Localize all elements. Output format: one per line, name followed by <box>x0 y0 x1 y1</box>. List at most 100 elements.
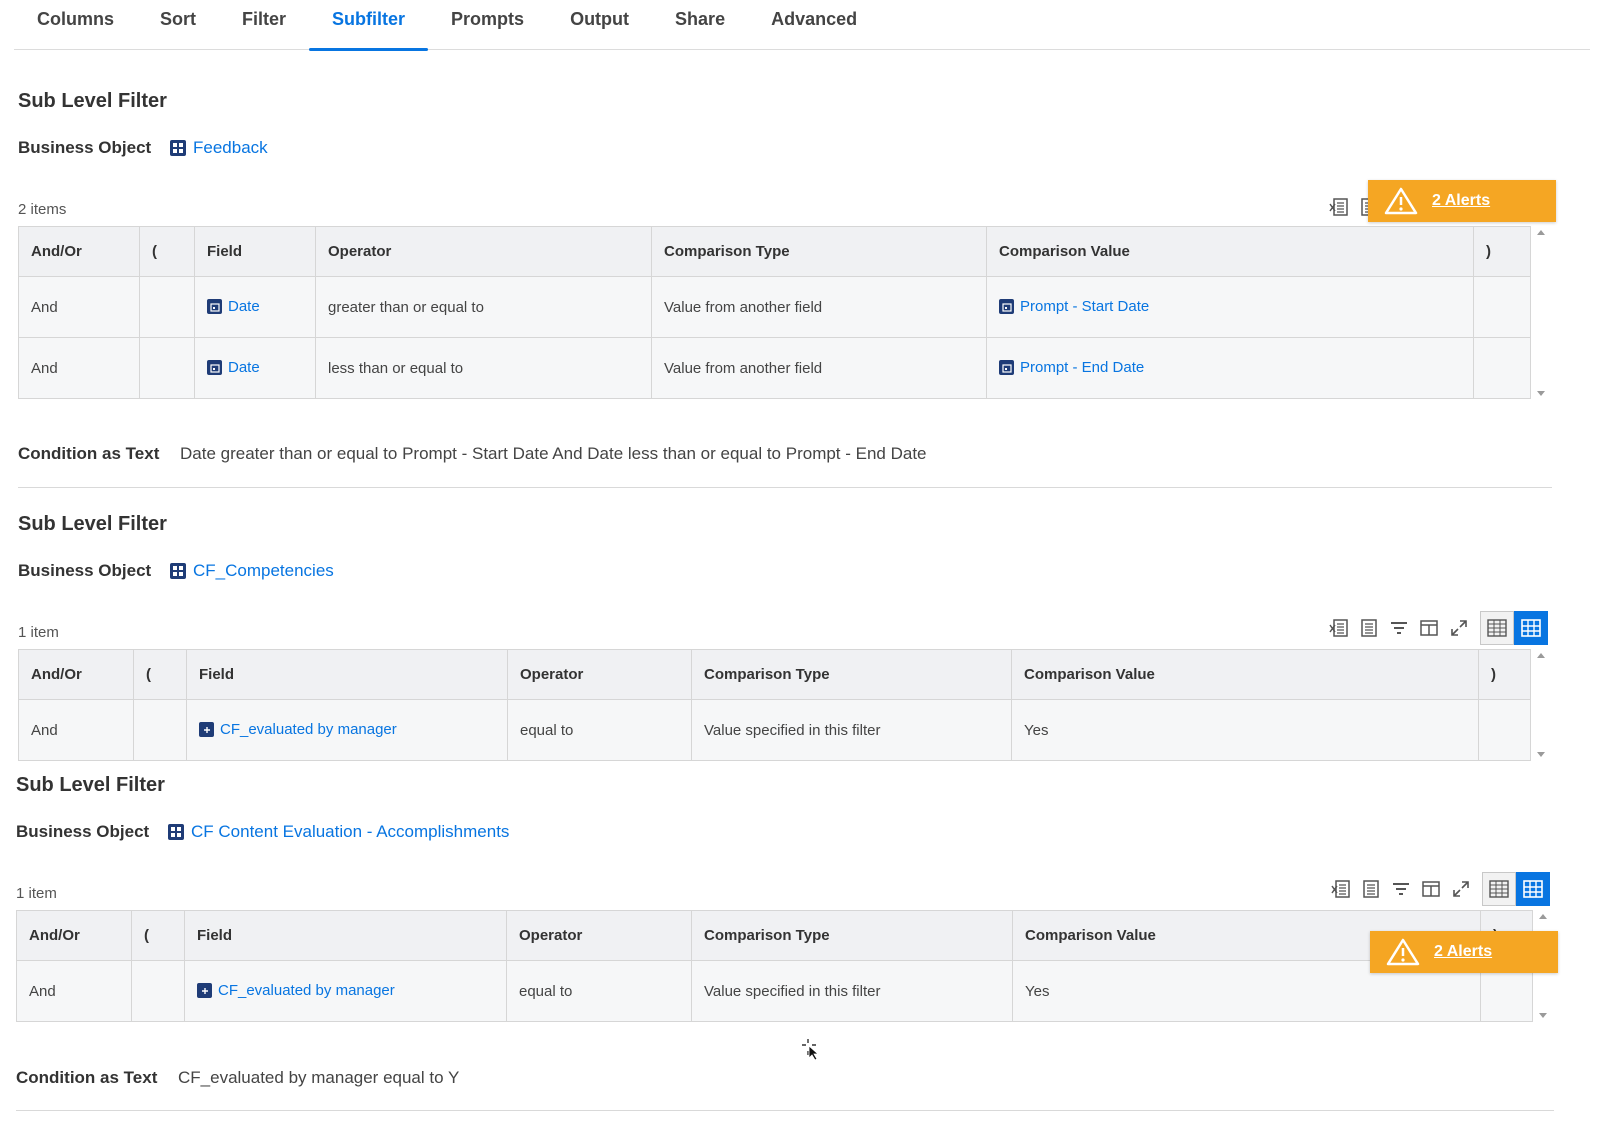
cell-comparison-type: Value from another field <box>651 276 987 338</box>
col-header-comparison-type[interactable]: Comparison Type <box>691 649 1012 700</box>
scroll-down-icon[interactable] <box>1539 1013 1547 1018</box>
alerts-link[interactable]: 2 Alerts <box>1432 192 1490 210</box>
condition-label: Condition as Text <box>18 444 160 463</box>
export-pdf-icon[interactable] <box>1354 613 1384 643</box>
item-count: 1 item <box>16 885 57 902</box>
table-row: And Date greater than or equal to Value … <box>18 276 1531 338</box>
business-object-link[interactable]: CF_Competencies <box>193 561 334 581</box>
cell-open-paren <box>139 276 195 338</box>
boolean-field-icon <box>199 722 214 738</box>
grid-header-row: And/Or ( Field Operator Comparison Type … <box>18 226 1531 277</box>
item-count: 1 item <box>18 624 59 641</box>
alerts-button[interactable]: 2 Alerts <box>1368 180 1556 222</box>
grid-header-row: And/Or ( Field Operator Comparison Type … <box>16 910 1533 961</box>
scroll-down-icon[interactable] <box>1537 391 1545 396</box>
tab-filter[interactable]: Filter <box>219 0 309 50</box>
scroll-up-icon[interactable] <box>1537 653 1545 658</box>
col-header-field[interactable]: Field <box>184 910 507 961</box>
field-link[interactable]: CF_evaluated by manager <box>199 721 397 738</box>
field-link[interactable]: CF_evaluated by manager <box>197 982 395 999</box>
cell-and-or: And <box>16 960 132 1022</box>
field-name: CF_evaluated by manager <box>218 982 395 1000</box>
tab-prompts[interactable]: Prompts <box>428 0 547 50</box>
filter-grid: And/Or ( Field Operator Comparison Type … <box>18 649 1552 761</box>
export-excel-icon[interactable] <box>1326 874 1356 904</box>
column-layout-icon[interactable] <box>1414 613 1444 643</box>
col-header-and-or[interactable]: And/Or <box>18 649 134 700</box>
move-cursor-icon <box>802 1039 820 1061</box>
business-object-icon <box>170 140 186 156</box>
grid-scrollbar[interactable] <box>1530 649 1552 761</box>
col-header-open-paren[interactable]: ( <box>139 226 195 277</box>
cell-close-paren <box>1478 699 1531 761</box>
business-object-label: Business Object <box>18 561 152 580</box>
table-view-icon[interactable] <box>1482 872 1516 906</box>
grid-view-icon[interactable] <box>1514 611 1548 645</box>
export-pdf-icon[interactable] <box>1356 874 1386 904</box>
section-title: Sub Level Filter <box>16 774 165 796</box>
col-header-and-or[interactable]: And/Or <box>16 910 132 961</box>
condition-text: Date greater than or equal to Prompt - S… <box>180 444 927 463</box>
business-object-icon <box>168 824 184 840</box>
field-link[interactable]: Date <box>207 298 260 315</box>
grid-view-icon[interactable] <box>1516 872 1550 906</box>
tab-share[interactable]: Share <box>652 0 748 50</box>
table-view-icon[interactable] <box>1480 611 1514 645</box>
col-header-close-paren[interactable]: ) <box>1478 649 1531 700</box>
col-header-comparison-type[interactable]: Comparison Type <box>651 226 987 277</box>
alerts-button[interactable]: 2 Alerts <box>1370 931 1558 973</box>
table-row: And CF_evaluated by manager equal to Val… <box>16 960 1533 1022</box>
business-object-link[interactable]: Feedback <box>193 138 268 158</box>
cell-comparison-value: Prompt - Start Date <box>986 276 1474 338</box>
tab-subfilter[interactable]: Subfilter <box>309 0 429 51</box>
cell-operator: less than or equal to <box>315 337 652 399</box>
tab-columns[interactable]: Columns <box>14 0 137 50</box>
col-header-operator[interactable]: Operator <box>507 649 692 700</box>
col-header-open-paren[interactable]: ( <box>133 649 187 700</box>
col-header-operator[interactable]: Operator <box>315 226 652 277</box>
cell-and-or: And <box>18 276 140 338</box>
col-header-field[interactable]: Field <box>194 226 316 277</box>
tab-sort[interactable]: Sort <box>137 0 219 50</box>
scroll-down-icon[interactable] <box>1537 752 1545 757</box>
cell-comparison-value: Prompt - End Date <box>986 337 1474 399</box>
comparison-value-link[interactable]: Prompt - Start Date <box>999 298 1149 315</box>
condition-text: CF_evaluated by manager equal to Y <box>178 1068 460 1087</box>
grid-toolbar <box>1326 872 1550 906</box>
export-excel-icon[interactable] <box>1324 192 1354 222</box>
col-header-close-paren[interactable]: ) <box>1473 226 1531 277</box>
scroll-up-icon[interactable] <box>1539 914 1547 919</box>
col-header-open-paren[interactable]: ( <box>131 910 185 961</box>
business-object-link[interactable]: CF Content Evaluation - Accomplishments <box>191 822 509 842</box>
col-header-comparison-value[interactable]: Comparison Value <box>1011 649 1479 700</box>
cell-operator: greater than or equal to <box>315 276 652 338</box>
cell-close-paren <box>1473 337 1531 399</box>
col-header-comparison-value[interactable]: Comparison Value <box>986 226 1474 277</box>
warning-icon <box>1386 938 1420 966</box>
filter-icon[interactable] <box>1386 874 1416 904</box>
expand-icon[interactable] <box>1444 613 1474 643</box>
scroll-up-icon[interactable] <box>1537 230 1545 235</box>
filter-icon[interactable] <box>1384 613 1414 643</box>
cell-open-paren <box>131 960 185 1022</box>
column-layout-icon[interactable] <box>1416 874 1446 904</box>
export-excel-icon[interactable] <box>1324 613 1354 643</box>
comparison-value-link[interactable]: Prompt - End Date <box>999 359 1144 376</box>
cell-operator: equal to <box>506 960 692 1022</box>
col-header-comparison-type[interactable]: Comparison Type <box>691 910 1013 961</box>
col-header-operator[interactable]: Operator <box>506 910 692 961</box>
filter-grid: And/Or ( Field Operator Comparison Type … <box>18 226 1552 400</box>
expand-icon[interactable] <box>1446 874 1476 904</box>
alerts-link[interactable]: 2 Alerts <box>1434 943 1492 961</box>
tab-output[interactable]: Output <box>547 0 652 50</box>
field-link[interactable]: Date <box>207 359 260 376</box>
comparison-value-name: Prompt - Start Date <box>1020 298 1150 316</box>
col-header-and-or[interactable]: And/Or <box>18 226 140 277</box>
warning-icon <box>1384 187 1418 215</box>
section-divider <box>16 1110 1554 1111</box>
grid-toolbar <box>1324 611 1548 645</box>
col-header-field[interactable]: Field <box>186 649 508 700</box>
grid-scrollbar[interactable] <box>1530 226 1552 400</box>
cell-comparison-type: Value specified in this filter <box>691 699 1012 761</box>
tab-advanced[interactable]: Advanced <box>748 0 880 50</box>
